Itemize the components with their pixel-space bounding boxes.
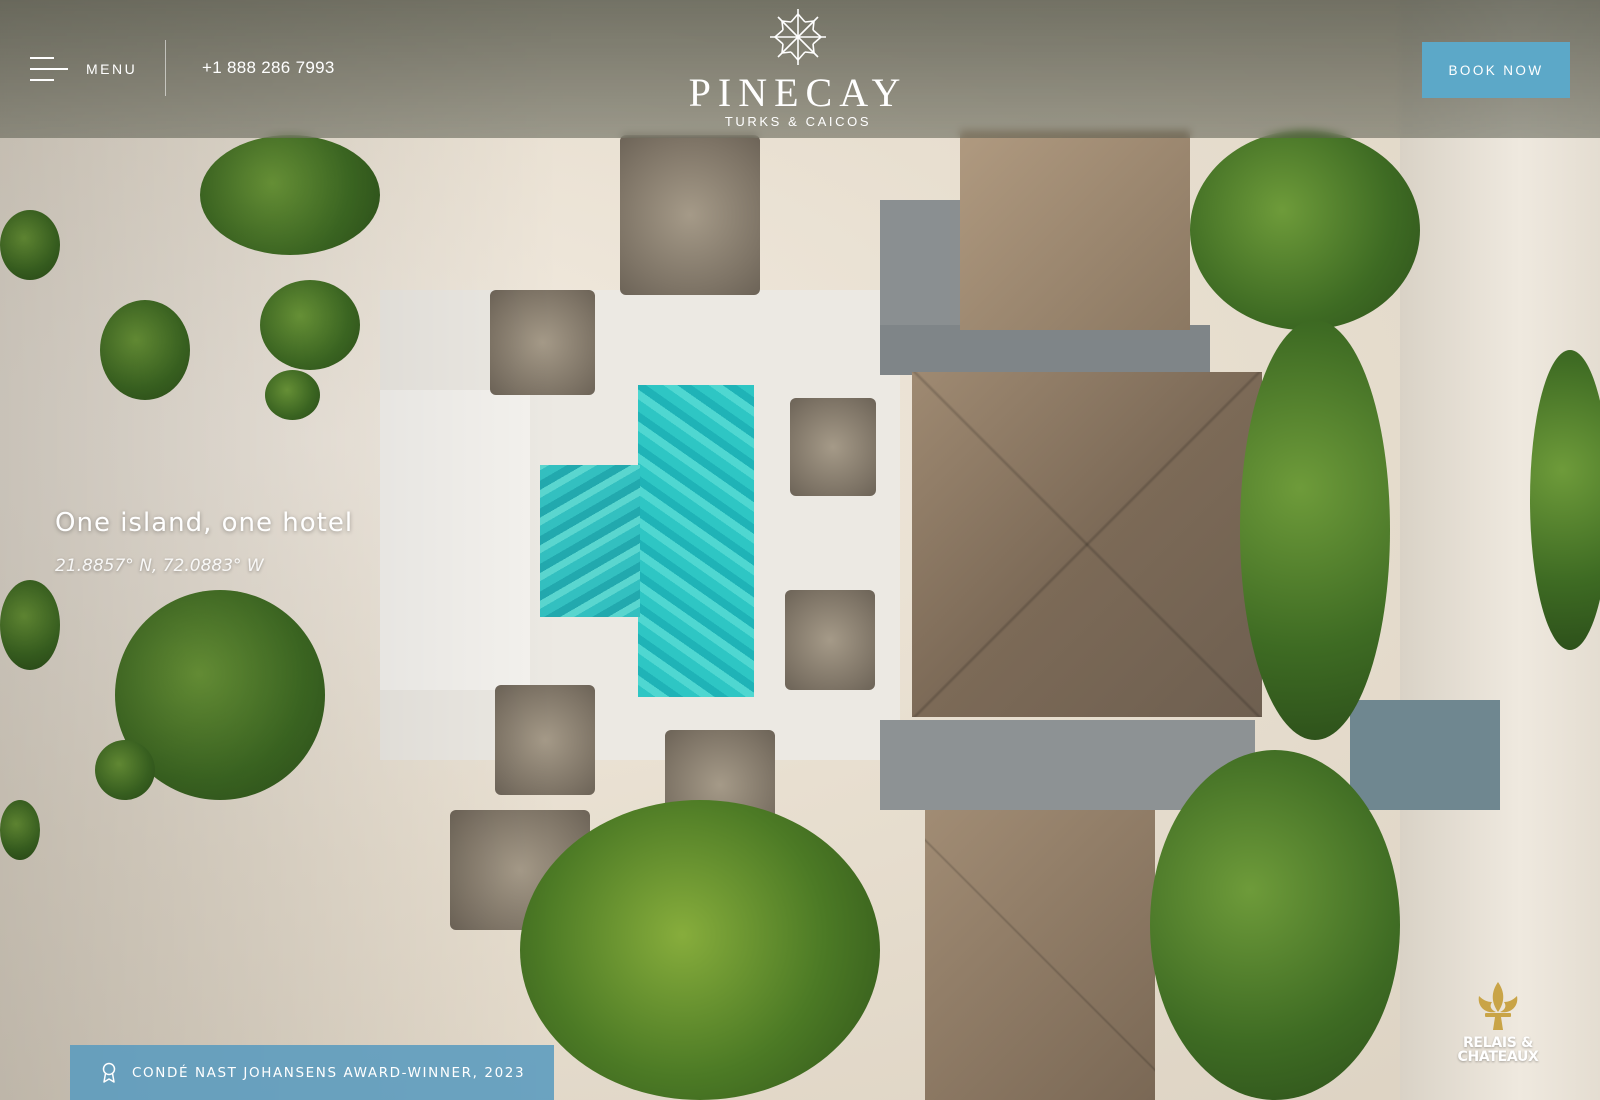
book-now-button[interactable]: BOOK NOW [1422,42,1570,98]
site-logo[interactable]: PINECAY TURKS & CAICOS [680,6,916,134]
hero-aerial-image [0,0,1600,1100]
menu-label[interactable]: MENU [86,61,137,77]
image-shade [0,0,1600,1100]
hero-title: One island, one hotel [55,508,354,538]
phone-link[interactable]: +1 888 286 7993 [202,58,335,78]
badge-text-line1: RELAIS & [1462,1035,1534,1051]
badge-text-line2: CHATEAUX [1457,1049,1539,1065]
logo-wordmark: PINECAY [688,70,908,115]
relais-chateaux-badge[interactable]: RELAIS & CHATEAUX [1452,980,1544,1074]
pine-star-icon [770,9,826,65]
fleur-de-lis-icon [1478,982,1518,1030]
logo-subtitle: TURKS & CAICOS [724,114,872,129]
award-ribbon-icon [102,1062,116,1083]
header-divider [165,40,166,96]
hamburger-icon[interactable] [30,57,68,81]
award-banner[interactable]: CONDÉ NAST JOHANSENS AWARD-WINNER, 2023 [70,1045,554,1100]
site-header: MENU +1 888 286 7993 PINECAY TURKS & CAI… [0,0,1600,138]
menu-button[interactable]: MENU [30,56,137,82]
award-text: CONDÉ NAST JOHANSENS AWARD-WINNER, 2023 [132,1064,526,1081]
hero-coordinates: 21.8857° N, 72.0883° W [55,556,264,576]
